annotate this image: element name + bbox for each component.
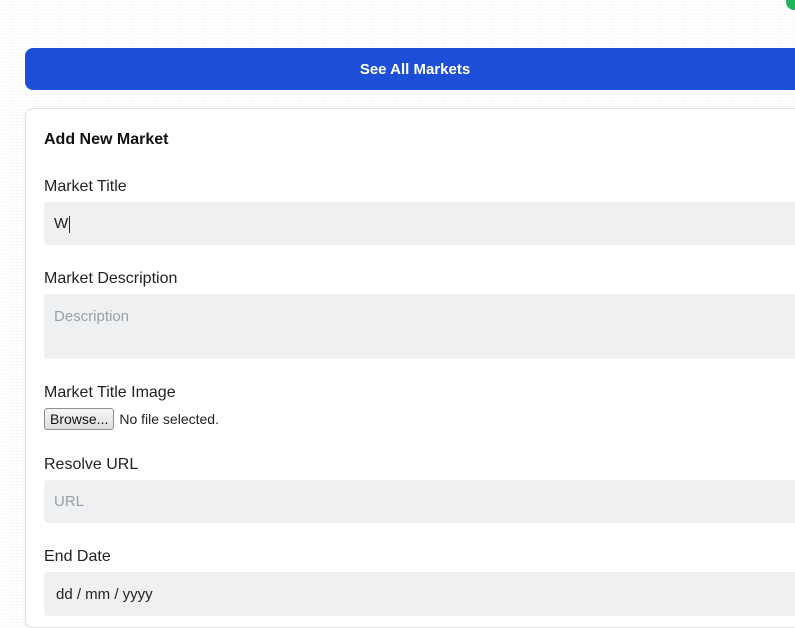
market-description-label: Market Description	[44, 270, 178, 287]
browse-button[interactable]: Browse...	[44, 408, 115, 430]
see-all-markets-button[interactable]: See All Markets	[25, 48, 795, 90]
status-dot-icon	[786, 0, 795, 10]
resolve-url-label: Resolve URL	[44, 456, 139, 473]
see-all-markets-label: See All Markets	[359, 60, 471, 78]
market-title-input[interactable]	[44, 202, 795, 245]
file-picker: Browse... No file selected.	[44, 408, 219, 430]
market-title-label: Market Title	[44, 178, 127, 195]
market-description-input[interactable]	[44, 294, 795, 359]
market-title-image-label: Market Title Image	[44, 384, 176, 401]
end-date-input[interactable]: dd / mm / yyyy	[44, 572, 795, 616]
add-market-form: Add New Market Market Title W Market Des…	[25, 108, 795, 628]
resolve-url-input[interactable]	[44, 480, 795, 523]
end-date-placeholder: dd / mm / yyyy	[56, 585, 153, 603]
file-status-text: No file selected.	[119, 411, 219, 427]
form-title: Add New Market	[44, 131, 169, 148]
end-date-label: End Date	[44, 548, 111, 565]
